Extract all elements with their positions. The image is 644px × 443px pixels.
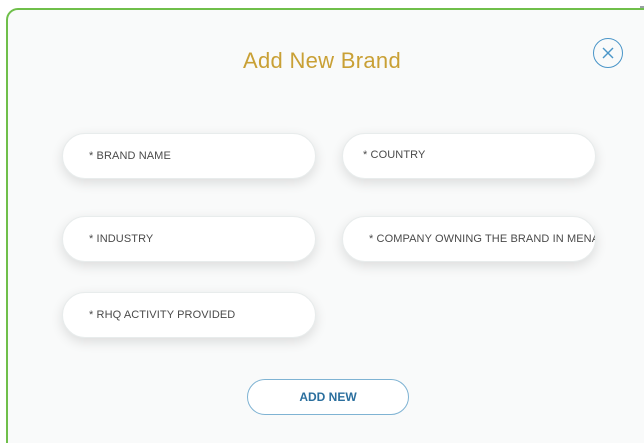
close-icon — [602, 47, 614, 59]
page: Add New Brand * BRAND NAME * COUNTRY * I… — [0, 0, 644, 443]
company-owning-brand-field[interactable]: * COMPANY OWNING THE BRAND IN MENA — [342, 216, 596, 262]
close-button[interactable] — [593, 38, 623, 68]
add-new-button[interactable]: ADD NEW — [247, 379, 409, 415]
rhq-activity-field[interactable]: * RHQ ACTIVITY PROVIDED — [62, 292, 316, 338]
industry-field[interactable]: * INDUSTRY — [62, 216, 316, 262]
country-field[interactable]: * COUNTRY — [342, 133, 596, 179]
modal-title: Add New Brand — [243, 48, 401, 73]
brand-name-field[interactable]: * BRAND NAME — [62, 133, 316, 179]
